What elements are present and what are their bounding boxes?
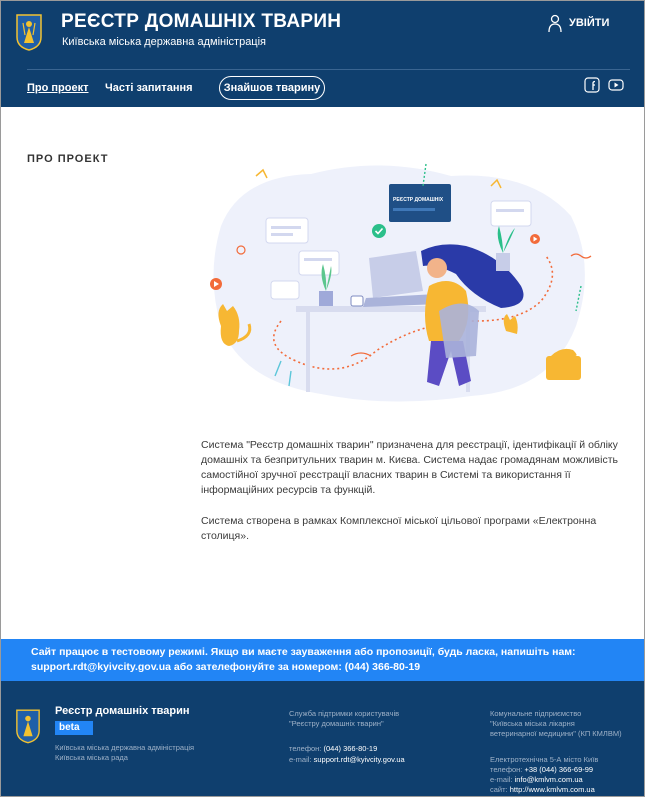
- section-title: ПРО ПРОЕКТ: [27, 153, 109, 165]
- facebook-icon[interactable]: [584, 77, 600, 93]
- clinic-phone-label: телефон:: [490, 765, 523, 774]
- user-icon: [548, 14, 562, 33]
- site-subtitle: Київська міська державна адміністрація: [62, 36, 267, 48]
- clinic-site-label: сайт:: [490, 785, 508, 794]
- footer-org-kmda: Київська міська державна адміністрація: [55, 743, 195, 752]
- clinic-title-1: Комунальне підприємство: [490, 709, 582, 718]
- illustration-image: РЕЄСТР ДОМАШНІХ: [210, 163, 592, 402]
- login-button[interactable]: УВІЙТИ: [547, 13, 609, 33]
- notice-line-1: Сайт працює в тестовому режимі. Якщо ви …: [31, 646, 576, 658]
- site-header: РЕЄСТР ДОМАШНІХ ТВАРИН Київська міська д…: [1, 1, 644, 107]
- site-footer: Реєстр домашніх тварин beta Київська міс…: [1, 681, 644, 796]
- youtube-icon[interactable]: [608, 77, 624, 93]
- support-phone-label: телефон:: [289, 744, 322, 753]
- footer-org-council: Київська міська рада: [55, 753, 128, 762]
- footer-brand: Реєстр домашніх тварин: [55, 705, 190, 717]
- clinic-site-row: сайт: http://www.kmlvm.com.ua: [490, 785, 595, 794]
- login-label: УВІЙТИ: [569, 17, 610, 29]
- support-phone-row: телефон: (044) 366-80-19: [289, 744, 377, 753]
- clinic-address: Електротехнічна 5-А місто Київ: [490, 755, 599, 764]
- site-title: РЕЄСТР ДОМАШНІХ ТВАРИН: [61, 11, 342, 32]
- header-divider: [27, 69, 630, 70]
- clinic-phone-row: телефон: +38 (044) 366-69-99: [490, 765, 593, 774]
- found-animal-button[interactable]: Знайшов тварину: [219, 76, 325, 100]
- about-paragraph-2: Система створена в рамках Комплексної мі…: [201, 515, 597, 542]
- support-email-label: e-mail:: [289, 755, 312, 764]
- footer-coat-of-arms-logo: [16, 709, 40, 744]
- clinic-email-label: e-mail:: [490, 775, 513, 784]
- clinic-phone[interactable]: +38 (044) 366-69-99: [524, 765, 593, 774]
- illustration-sign-text: РЕЄСТР ДОМАШНІХ: [393, 197, 444, 203]
- support-title-2: "Реєстру домашніх тварин": [289, 719, 384, 728]
- kyiv-coat-of-arms-logo[interactable]: [15, 13, 43, 51]
- clinic-email-link[interactable]: info@kmlvm.com.ua: [515, 775, 583, 784]
- clinic-email-row: e-mail: info@kmlvm.com.ua: [490, 775, 583, 784]
- about-paragraph-1: Система "Реєстр домашніх тварин" признач…: [201, 439, 618, 496]
- support-email-row: e-mail: support.rdt@kyivcity.gov.ua: [289, 755, 405, 764]
- support-title-1: Служба підтримки користувачів: [289, 709, 400, 718]
- support-phone[interactable]: (044) 366-80-19: [323, 744, 377, 753]
- support-email-link[interactable]: support.rdt@kyivcity.gov.ua: [314, 755, 405, 764]
- beta-badge: beta: [55, 721, 93, 735]
- clinic-title-3: ветеринарної медицини" (КП КМЛВМ): [490, 729, 622, 738]
- nav-about-link[interactable]: Про проект: [27, 82, 89, 94]
- clinic-site-link[interactable]: http://www.kmlvm.com.ua: [510, 785, 595, 794]
- nav-faq-link[interactable]: Часті запитання: [105, 82, 193, 94]
- clinic-title-2: "Київська міська лікарня: [490, 719, 575, 728]
- notice-line-2: support.rdt@kyivcity.gov.ua або зателефо…: [31, 661, 421, 673]
- test-mode-notice: Сайт працює в тестовому режимі. Якщо ви …: [1, 639, 644, 681]
